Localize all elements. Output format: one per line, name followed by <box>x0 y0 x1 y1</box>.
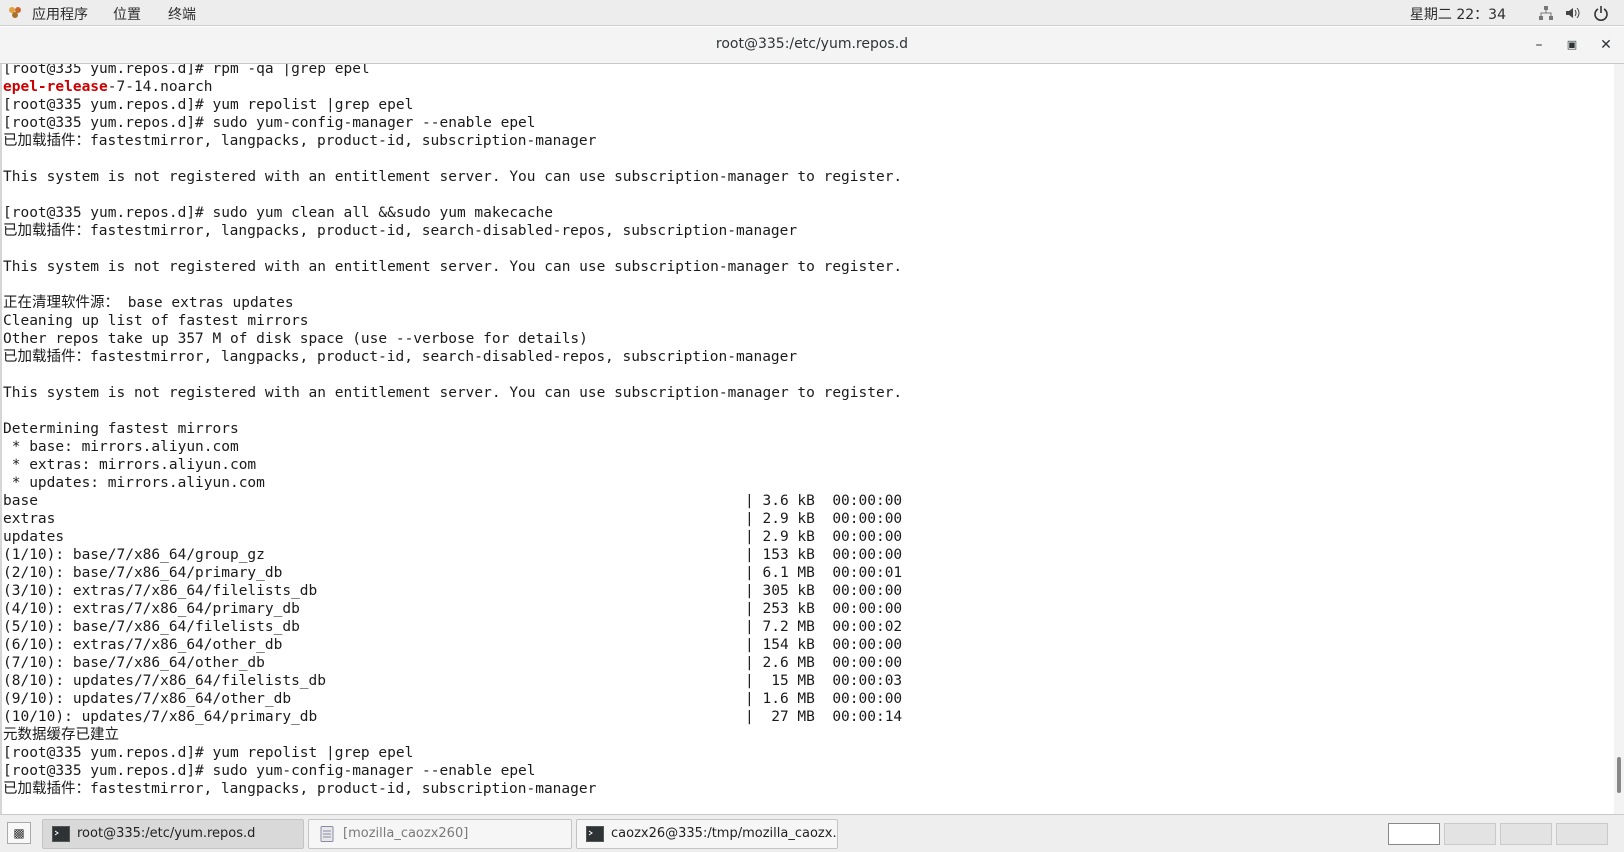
power-icon[interactable] <box>1593 5 1609 21</box>
terminal-line: [root@335 yum.repos.d]# yum repolist |gr… <box>3 97 414 113</box>
terminal-line: updates | 2.9 kB 00:00:00 <box>3 529 903 545</box>
bottom-taskbar: ▩ root@335:/etc/yum.repos.d [mozilla_cao… <box>0 814 1624 852</box>
terminal-line: 已加载插件：fastestmirror, langpacks, product-… <box>3 223 798 239</box>
terminal-line: [root@335 yum.repos.d]# sudo yum-config-… <box>3 115 536 131</box>
terminal-lines: [root@335 yum.repos.d]# rpm -qa |grep ep… <box>3 64 902 814</box>
terminal-line: extras | 2.9 kB 00:00:00 <box>3 511 903 527</box>
terminal-line: (3/10): extras/7/x86_64/filelists_db | 3… <box>3 583 903 599</box>
terminal-line: This system is not registered with an en… <box>3 259 903 275</box>
workspace-1[interactable] <box>1388 823 1440 845</box>
terminal-icon <box>586 826 604 842</box>
minimize-icon[interactable]: – <box>1529 35 1549 55</box>
terminal-line: * base: mirrors.aliyun.com <box>3 439 239 455</box>
places-menu[interactable]: 位置 <box>113 4 141 24</box>
terminal-line: Other repos take up 357 M of disk space … <box>3 331 588 347</box>
terminal-scrollbar[interactable] <box>1614 64 1624 814</box>
terminal-line: [root@335 yum.repos.d]# sudo yum clean a… <box>3 205 553 221</box>
terminal-line: * extras: mirrors.aliyun.com <box>3 457 257 473</box>
terminal-line: (6/10): extras/7/x86_64/other_db | 154 k… <box>3 637 903 653</box>
maximize-icon[interactable]: ▣ <box>1562 35 1582 55</box>
volume-icon[interactable] <box>1564 5 1580 21</box>
terminal-line: 已加载插件：fastestmirror, langpacks, product-… <box>3 781 597 797</box>
terminal-line: 元数据缓存已建立 <box>3 727 119 743</box>
top-panel: 应用程序 位置 终端 星期二 22：34 <box>0 0 1624 26</box>
terminal-line: (1/10): base/7/x86_64/group_gz | 153 kB … <box>3 547 903 563</box>
terminal-menu[interactable]: 终端 <box>168 4 196 24</box>
terminal-line: epel-release-7-14.noarch <box>3 78 902 96</box>
terminal-line: [root@335 yum.repos.d]# sudo yum-config-… <box>3 763 536 779</box>
scrollbar-thumb[interactable] <box>1617 757 1621 793</box>
terminal-line: (9/10): updates/7/x86_64/other_db | 1.6 … <box>3 691 903 707</box>
terminal-line: 已加载插件：fastestmirror, langpacks, product-… <box>3 133 597 149</box>
window-titlebar[interactable]: root@335:/etc/yum.repos.d – ▣ ✕ <box>0 27 1624 64</box>
task-label: root@335:/etc/yum.repos.d <box>77 826 256 841</box>
terminal-line: 已加载插件：fastestmirror, langpacks, product-… <box>3 349 798 365</box>
task-label: caozx26@335:/tmp/mozilla_caozx… <box>611 826 838 841</box>
terminal-line: (8/10): updates/7/x86_64/filelists_db | … <box>3 673 903 689</box>
terminal-icon <box>52 826 70 842</box>
terminal-line: (4/10): extras/7/x86_64/primary_db | 253… <box>3 601 903 617</box>
clock[interactable]: 星期二 22：34 <box>1410 4 1506 24</box>
terminal-line: [root@335 yum.repos.d]# rpm -qa |grep ep… <box>3 64 370 77</box>
task-label: [mozilla_caozx260] <box>343 826 469 841</box>
applications-menu-icon[interactable] <box>8 5 22 19</box>
terminal-line: [root@335 yum.repos.d]# yum repolist |gr… <box>3 745 414 761</box>
window-title: root@335:/etc/yum.repos.d <box>715 36 909 52</box>
terminal-line: This system is not registered with an en… <box>3 169 903 185</box>
terminal-line: Determining fastest mirrors <box>3 421 239 437</box>
workspace-4[interactable] <box>1556 823 1608 845</box>
task-file-manager[interactable]: [mozilla_caozx260] <box>308 819 572 849</box>
terminal-line: (2/10): base/7/x86_64/primary_db | 6.1 M… <box>3 565 903 581</box>
workspace-3[interactable] <box>1500 823 1552 845</box>
terminal-line: This system is not registered with an en… <box>3 385 903 401</box>
terminal-line: Cleaning up list of fastest mirrors <box>3 313 309 329</box>
file-manager-icon <box>320 826 334 842</box>
network-icon[interactable] <box>1538 5 1554 21</box>
terminal-line: (10/10): updates/7/x86_64/primary_db | 2… <box>3 709 903 725</box>
terminal-line: base | 3.6 kB 00:00:00 <box>3 493 903 509</box>
terminal-text-segment: epel-release <box>3 79 108 95</box>
terminal-line: * updates: mirrors.aliyun.com <box>3 475 265 491</box>
close-icon[interactable]: ✕ <box>1596 35 1616 55</box>
terminal-line: (5/10): base/7/x86_64/filelists_db | 7.2… <box>3 619 903 635</box>
task-terminal-caozx26[interactable]: caozx26@335:/tmp/mozilla_caozx… <box>576 819 838 849</box>
terminal-output[interactable]: [root@335 yum.repos.d]# rpm -qa |grep ep… <box>0 64 1614 814</box>
workspace-2[interactable] <box>1444 823 1496 845</box>
terminal-line: 正在清理软件源： base extras updates <box>3 295 294 311</box>
terminal-text-segment: -7-14.noarch <box>107 79 213 95</box>
task-terminal-root[interactable]: root@335:/etc/yum.repos.d <box>42 819 304 849</box>
terminal-line: (7/10): base/7/x86_64/other_db | 2.6 MB … <box>3 655 903 671</box>
applications-menu[interactable]: 应用程序 <box>32 4 88 24</box>
show-desktop-icon[interactable]: ▩ <box>7 822 31 844</box>
